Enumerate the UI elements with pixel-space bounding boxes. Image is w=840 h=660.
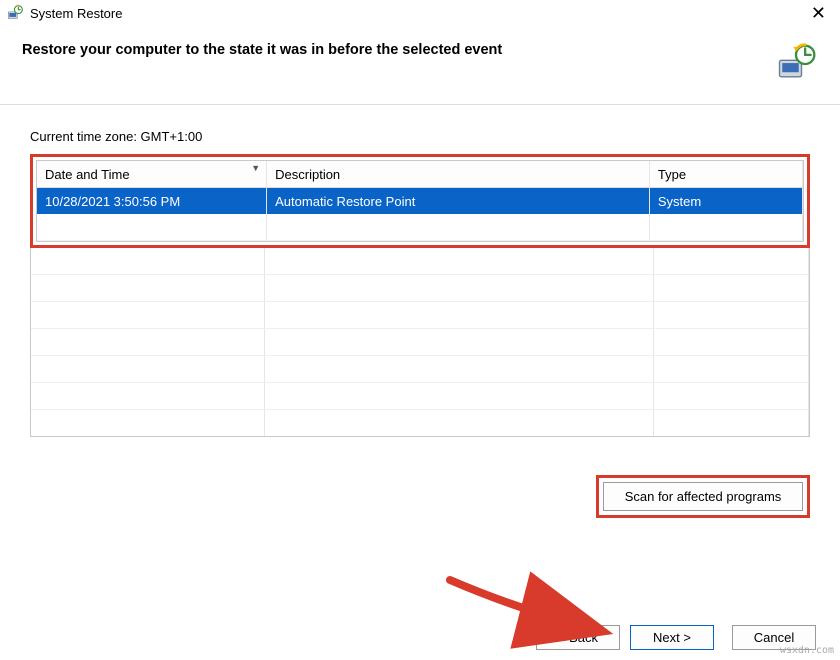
page-heading: Restore your computer to the state it wa…	[22, 42, 774, 58]
system-restore-icon	[6, 4, 24, 22]
table-row-empty	[31, 302, 809, 329]
scan-affected-programs-button[interactable]: Scan for affected programs	[603, 482, 803, 511]
window-title: System Restore	[30, 6, 803, 21]
cell-description: Automatic Restore Point	[267, 188, 650, 215]
col-header-date-label: Date and Time	[45, 167, 130, 182]
cell-type: System	[649, 188, 802, 215]
cell-date: 10/28/2021 3:50:56 PM	[37, 188, 267, 215]
restore-points-table-empty	[31, 248, 809, 436]
back-button[interactable]: < Back	[536, 625, 620, 650]
timezone-label: Current time zone: GMT+1:00	[30, 129, 810, 144]
restore-points-highlight: Date and Time ▼ Description Type 10/28/2…	[30, 154, 810, 248]
restore-points-table[interactable]: Date and Time ▼ Description Type 10/28/2…	[37, 161, 803, 241]
table-row-empty	[31, 248, 809, 275]
table-row-empty	[31, 410, 809, 437]
table-row-empty	[31, 329, 809, 356]
col-header-description[interactable]: Description	[267, 161, 650, 188]
table-row[interactable]: 10/28/2021 3:50:56 PM Automatic Restore …	[37, 188, 803, 215]
table-row-empty	[37, 214, 803, 241]
scan-highlight: Scan for affected programs	[596, 475, 810, 518]
table-row-empty	[31, 275, 809, 302]
table-row-empty	[31, 356, 809, 383]
table-row-empty	[31, 383, 809, 410]
restore-hero-icon	[774, 42, 818, 86]
next-button[interactable]: Next >	[630, 625, 714, 650]
sort-desc-icon: ▼	[251, 163, 260, 173]
watermark: wsxdn.com	[780, 645, 834, 656]
col-header-date[interactable]: Date and Time ▼	[37, 161, 267, 188]
col-header-type[interactable]: Type	[649, 161, 802, 188]
close-icon[interactable]: ✕	[803, 4, 834, 22]
